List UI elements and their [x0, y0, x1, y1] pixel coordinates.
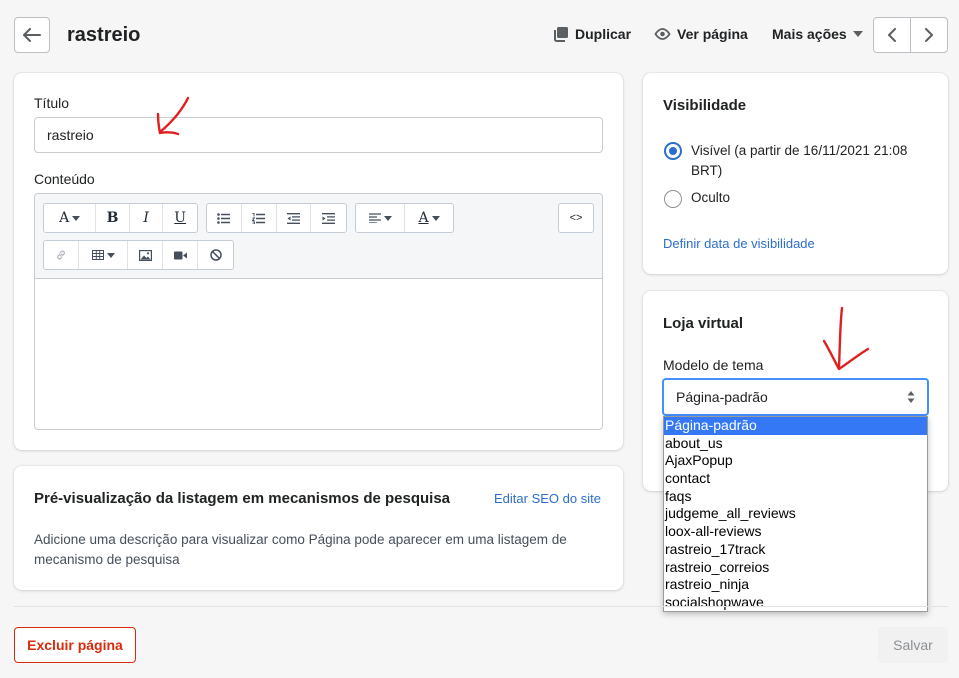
align-button[interactable] [356, 204, 405, 232]
visible-label: Visível (a partir de 16/11/2021 21:08 BR… [691, 143, 908, 178]
eye-icon [654, 28, 671, 40]
footer-divider [14, 606, 948, 607]
title-input[interactable]: rastreio [34, 117, 603, 153]
visibility-title: Visibilidade [663, 97, 747, 114]
numbered-list-button[interactable] [242, 204, 277, 232]
delete-page-button[interactable]: Excluir página [14, 627, 136, 663]
hidden-radio[interactable] [664, 190, 682, 208]
annotation-arrow-icon [156, 96, 190, 136]
next-page-button[interactable] [911, 18, 948, 52]
theme-template-value: Página-padrão [676, 389, 768, 405]
dropdown-option[interactable]: contact [664, 470, 927, 488]
bulleted-list-button[interactable] [207, 204, 242, 232]
theme-template-select[interactable]: Página-padrão [662, 378, 929, 416]
underline-button[interactable]: U [163, 204, 197, 232]
chevron-left-icon [887, 28, 896, 42]
table-icon [91, 250, 104, 260]
rich-text-editor: A B I U A <> [34, 193, 603, 430]
online-store-title: Loja virtual [663, 315, 744, 332]
numbered-list-icon [252, 212, 266, 224]
bulleted-list-icon [217, 212, 231, 224]
back-button[interactable] [14, 17, 50, 53]
page-title: rastreio [67, 24, 141, 46]
theme-template-dropdown: Página-padrão about_us AjaxPopup contact… [663, 416, 928, 612]
save-button[interactable]: Salvar [878, 627, 948, 663]
title-label: Título [34, 95, 70, 111]
more-actions-button[interactable]: Mais ações [772, 26, 863, 42]
seo-description: Adicione uma descrição para visualizar c… [34, 532, 567, 567]
edit-seo-link[interactable]: Editar SEO do site [494, 491, 601, 506]
caret-down-icon [852, 31, 863, 37]
indent-icon [322, 212, 336, 224]
video-button[interactable] [163, 241, 198, 269]
top-bar: rastreio Duplicar Ver página Mais ações [0, 0, 959, 70]
caret-down-icon [431, 215, 440, 221]
text-color-button[interactable]: A [405, 204, 453, 232]
caret-down-icon [106, 252, 115, 258]
video-icon [173, 251, 187, 259]
more-actions-label: Mais ações [772, 26, 847, 42]
italic-button[interactable]: I [130, 204, 164, 232]
html-code-button[interactable]: <> [559, 204, 593, 232]
outdent-icon [286, 212, 300, 224]
duplicate-button[interactable]: Duplicar [553, 26, 631, 42]
previous-page-button[interactable] [874, 18, 911, 52]
arrow-left-icon [23, 28, 41, 42]
editor-toolbar: A B I U A <> [35, 194, 602, 279]
code-group: <> [558, 203, 594, 233]
hidden-label: Oculto [691, 190, 731, 205]
table-button[interactable] [79, 241, 128, 269]
insert-group [43, 240, 234, 270]
duplicate-label: Duplicar [575, 26, 632, 42]
indent-button[interactable] [311, 204, 346, 232]
view-page-button[interactable]: Ver página [654, 26, 748, 42]
dropdown-option[interactable]: about_us [664, 435, 927, 453]
dropdown-option[interactable]: Página-padrão [664, 417, 927, 435]
text-color-label: A [418, 210, 429, 226]
list-indent-group [206, 203, 347, 233]
link-icon [57, 250, 65, 260]
set-visibility-date-link[interactable]: Definir data de visibilidade [663, 236, 815, 251]
bold-button[interactable]: B [96, 204, 130, 232]
caret-down-icon [72, 215, 81, 221]
dropdown-option[interactable]: faqs [664, 488, 927, 506]
block-icon [209, 249, 222, 261]
font-style-button[interactable]: A [44, 204, 97, 232]
editor-content-area[interactable] [35, 280, 602, 429]
theme-template-label: Modelo de tema [663, 357, 764, 373]
outdent-button[interactable] [277, 204, 312, 232]
pagination [873, 17, 948, 53]
seo-title: Pré-visualização da listagem em mecanism… [34, 490, 451, 507]
chevron-right-icon [924, 28, 933, 42]
align-left-icon [368, 213, 381, 223]
caret-down-icon [383, 215, 392, 221]
image-button[interactable] [128, 241, 163, 269]
text-format-group: A B I U [43, 203, 198, 233]
align-color-group: A [355, 203, 454, 233]
dropdown-option[interactable]: loox-all-reviews [664, 523, 927, 541]
clear-format-button[interactable] [198, 241, 233, 269]
image-icon [138, 249, 152, 261]
annotation-arrow-icon [822, 306, 870, 371]
dropdown-option[interactable]: rastreio_17track [664, 541, 927, 559]
dropdown-option[interactable]: rastreio_ninja [664, 576, 927, 594]
link-button[interactable] [44, 241, 79, 269]
duplicate-icon [554, 27, 568, 42]
view-page-label: Ver página [677, 26, 748, 42]
dropdown-option[interactable]: AjaxPopup [664, 452, 927, 470]
content-label: Conteúdo [34, 171, 95, 187]
dropdown-option[interactable]: socialshopwave [664, 594, 927, 612]
select-arrows-icon [907, 391, 915, 403]
dropdown-option[interactable]: judgeme_all_reviews [664, 505, 927, 523]
visible-radio[interactable] [664, 142, 682, 160]
font-style-label: A [59, 210, 70, 226]
dropdown-option[interactable]: rastreio_correios [664, 559, 927, 577]
seo-card [14, 466, 623, 590]
